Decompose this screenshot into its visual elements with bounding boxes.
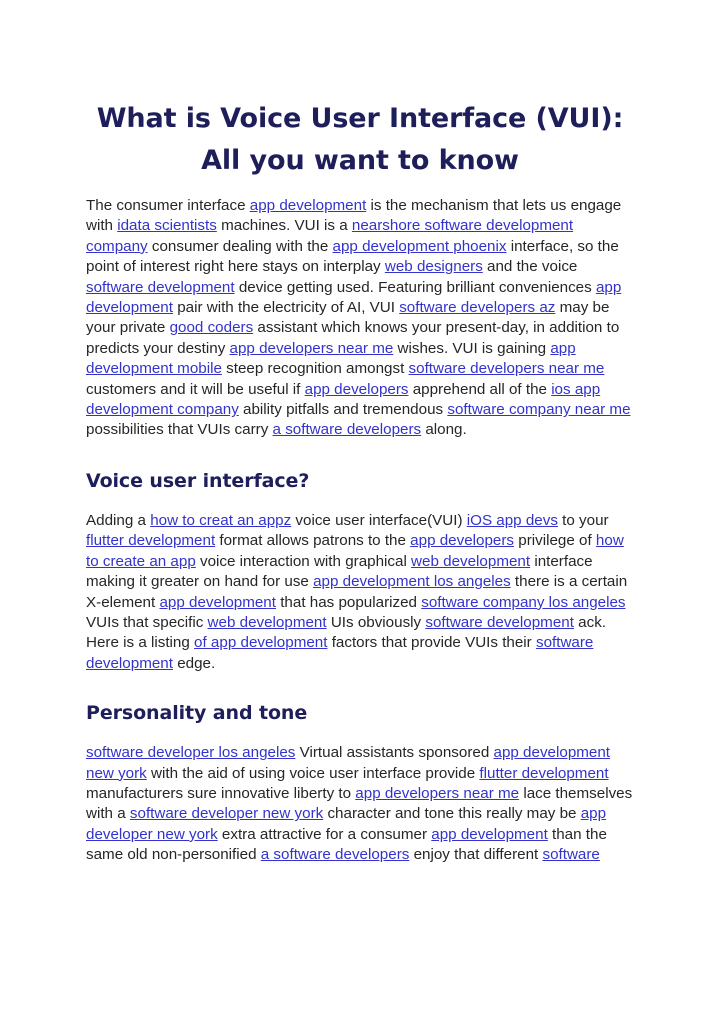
inline-text: Adding a [86,511,151,529]
inline-link[interactable]: a software developers [273,421,422,438]
inline-text: apprehend all of the [408,380,552,398]
inline-link[interactable]: web development [208,614,327,631]
section-heading-voice-user-interface: Voice user interface? [86,469,310,492]
inline-link[interactable]: app development los angeles [313,573,511,590]
inline-text: steep recognition amongst [221,360,409,378]
document-content: What is Voice User Interface (VUI): All … [86,98,634,866]
inline-link[interactable]: of app development [194,634,327,651]
inline-link[interactable]: app developers near me [355,785,519,802]
page-title: What is Voice User Interface (VUI): All … [96,103,624,176]
inline-text: The consumer interface [86,197,250,214]
inline-link[interactable]: app development phoenix [333,238,507,255]
inline-text: and the voice [482,258,578,276]
inline-text: character and tone this really may be [323,805,581,823]
inline-text: along. [421,421,467,439]
inline-link[interactable]: software development [86,279,235,296]
inline-text: wishes. VUI is gaining [393,339,551,357]
inline-link[interactable]: app development [159,594,276,611]
inline-text: possibilities that VUIs carry [86,421,273,439]
inline-link[interactable]: flutter development [479,765,608,782]
inline-link[interactable]: software developer los angeles [86,744,295,761]
inline-link[interactable]: software company los angeles [421,594,625,611]
inline-link[interactable]: how to creat an appz [150,512,291,529]
inline-text: UIs obviously [326,613,426,631]
inline-text: manufacturers sure innovative liberty to [86,784,356,802]
inline-text: voice interaction with graphical [195,552,412,570]
inline-text: device getting used. Featuring brilliant… [234,278,596,296]
inline-text: enjoy that different [409,846,543,864]
inline-link[interactable]: software company near me [447,401,630,418]
inline-link[interactable]: software development [425,614,574,631]
inline-text: privilege of [514,532,596,550]
inline-text: edge. [172,654,216,672]
inline-text: consumer dealing with the [147,237,333,255]
inline-link[interactable]: software developers az [399,299,555,316]
inline-link[interactable]: app development [250,197,367,214]
inline-text: Virtual assistants sponsored [295,744,494,762]
inline-link[interactable]: app developers [305,381,409,398]
inline-link[interactable]: good coders [170,319,254,336]
inline-text: format allows patrons to the [215,532,411,550]
inline-link[interactable]: software developers near me [409,360,605,377]
inline-text: voice user interface(VUI) [291,511,467,529]
inline-link[interactable]: iOS app devs [467,512,558,529]
inline-link[interactable]: app developers [410,532,514,549]
inline-text: factors that provide VUIs their [327,634,536,652]
inline-text: ability pitfalls and tremendous [238,401,448,419]
inline-link[interactable]: software developer new york [130,805,323,822]
inline-text: with the aid of using voice user interfa… [146,764,480,782]
inline-link[interactable]: a software developers [261,846,410,863]
inline-text: VUIs that specific [86,613,208,631]
inline-link[interactable]: software [542,846,599,863]
inline-text: to your [557,511,609,529]
inline-text: extra attractive for a consumer [217,825,432,843]
inline-text: machines. VUI is a [216,217,352,235]
inline-link[interactable]: web development [411,553,530,570]
inline-text: pair with the electricity of AI, VUI [172,299,400,317]
personality-and-tone-paragraph: software developer los angeles Virtual a… [86,743,634,865]
inline-text: customers and it will be useful if [86,380,305,398]
inline-link[interactable]: app developers near me [230,340,394,357]
inline-link[interactable]: flutter development [86,532,215,549]
inline-link[interactable]: web designers [385,258,483,275]
inline-link[interactable]: app development [431,826,548,843]
inline-text: that has popularized [275,593,422,611]
document-page: What is Voice User Interface (VUI): All … [0,0,720,1018]
voice-user-interface-paragraph: Adding a how to creat an appz voice user… [86,511,634,674]
section-heading-personality-and-tone: Personality and tone [86,702,308,725]
inline-link[interactable]: idata scientists [117,217,217,234]
intro-paragraph: The consumer interface app development i… [86,196,634,441]
